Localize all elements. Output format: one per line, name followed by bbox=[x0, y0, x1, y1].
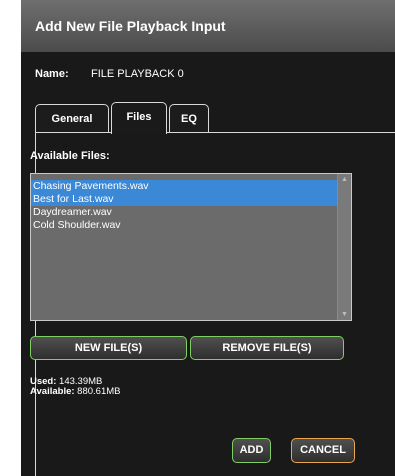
scroll-down-icon[interactable]: ▼ bbox=[341, 311, 348, 318]
file-item-chasing-pavements[interactable]: Chasing Pavements.wav bbox=[31, 180, 338, 193]
available-label: Available: bbox=[30, 386, 75, 397]
scroll-up-icon[interactable]: ▲ bbox=[341, 176, 348, 183]
file-item-cold-shoulder[interactable]: Cold Shoulder.wav bbox=[31, 219, 338, 232]
available-value: 880.61MB bbox=[77, 386, 121, 397]
available-files-label: Available Files: bbox=[30, 150, 110, 162]
storage-usage: Used: 143.39MB Available: 880.61MB bbox=[30, 377, 120, 397]
remove-files-button[interactable]: REMOVE FILE(S) bbox=[190, 336, 344, 360]
file-list-scrollbar[interactable]: ▲ ▼ bbox=[337, 174, 351, 320]
tab-eq[interactable]: EQ bbox=[169, 104, 209, 132]
add-button[interactable]: ADD bbox=[232, 438, 271, 463]
name-row: Name: FILE PLAYBACK 0 bbox=[35, 68, 184, 80]
file-item-best-for-last[interactable]: Best for Last.wav bbox=[31, 193, 338, 206]
available-files-list[interactable]: Chasing Pavements.wav Best for Last.wav … bbox=[30, 173, 352, 321]
title-bar[interactable]: Add New File Playback Input bbox=[21, 0, 395, 52]
tab-general[interactable]: General bbox=[35, 104, 109, 132]
cancel-button[interactable]: CANCEL bbox=[291, 438, 355, 463]
available-line: Available: 880.61MB bbox=[30, 387, 120, 397]
new-files-button[interactable]: NEW FILE(S) bbox=[30, 336, 187, 360]
dialog-title: Add New File Playback Input bbox=[35, 18, 226, 34]
name-label: Name: bbox=[35, 68, 69, 80]
name-value: FILE PLAYBACK 0 bbox=[91, 68, 184, 80]
file-item-daydreamer[interactable]: Daydreamer.wav bbox=[31, 206, 338, 219]
tab-files[interactable]: Files bbox=[111, 102, 167, 134]
